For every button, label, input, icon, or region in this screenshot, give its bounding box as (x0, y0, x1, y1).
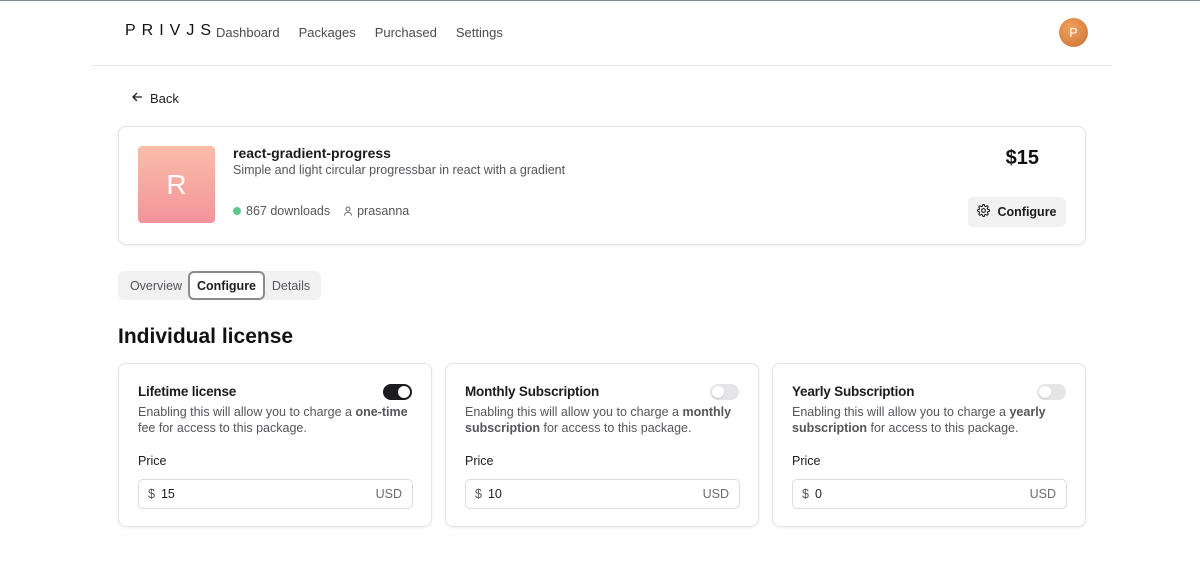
license-title: Lifetime license (138, 384, 237, 399)
currency-code: USD (702, 487, 729, 501)
currency-code: USD (1029, 487, 1056, 501)
nav-packages[interactable]: Packages (299, 25, 356, 40)
price-value[interactable]: 10 (488, 487, 703, 501)
desc-prefix: Enabling this will allow you to charge a (138, 405, 356, 419)
license-card-yearly: Yearly Subscription Enabling this will a… (772, 363, 1086, 527)
license-card-lifetime: Lifetime license Enabling this will allo… (118, 363, 432, 527)
price-label: Price (792, 454, 821, 468)
currency-symbol: $ (148, 487, 155, 501)
avatar[interactable]: P (1059, 18, 1088, 47)
license-description: Enabling this will allow you to charge a… (138, 404, 413, 436)
back-link[interactable]: Back (131, 91, 179, 106)
license-toggle[interactable] (383, 384, 412, 400)
currency-symbol: $ (802, 487, 809, 501)
logo[interactable]: PRIVJS (125, 22, 217, 40)
package-name: react-gradient-progress (233, 145, 391, 161)
package-author[interactable]: prasanna (357, 204, 409, 218)
desc-suffix: for access to this package. (540, 421, 692, 435)
back-label: Back (150, 91, 179, 106)
nav-purchased[interactable]: Purchased (375, 25, 437, 40)
gear-icon (977, 204, 991, 220)
price-input[interactable]: $ 0 USD (792, 479, 1067, 509)
section-title: Individual license (118, 325, 294, 348)
toggle-knob (1039, 386, 1051, 398)
desc-prefix: Enabling this will allow you to charge a (465, 405, 683, 419)
status-dot-icon (233, 207, 241, 215)
license-title: Yearly Subscription (792, 384, 915, 399)
license-card-monthly: Monthly Subscription Enabling this will … (445, 363, 759, 527)
tab-configure[interactable]: Configure (188, 271, 265, 300)
license-toggle[interactable] (1037, 384, 1066, 400)
price-value[interactable]: 15 (161, 487, 376, 501)
desc-suffix: for access to this package. (867, 421, 1019, 435)
toggle-knob (398, 386, 410, 398)
price-label: Price (465, 454, 494, 468)
nav-settings[interactable]: Settings (456, 25, 503, 40)
tab-overview[interactable]: Overview (123, 271, 189, 300)
desc-prefix: Enabling this will allow you to charge a (792, 405, 1010, 419)
configure-button[interactable]: Configure (968, 197, 1066, 227)
license-description: Enabling this will allow you to charge a… (465, 404, 740, 436)
tab-details[interactable]: Details (265, 271, 317, 300)
user-icon (343, 206, 353, 216)
currency-symbol: $ (475, 487, 482, 501)
price-value[interactable]: 0 (815, 487, 1030, 501)
price-input[interactable]: $ 10 USD (465, 479, 740, 509)
currency-code: USD (375, 487, 402, 501)
main-nav: Dashboard Packages Purchased Settings (216, 25, 522, 40)
package-price: $15 (1005, 147, 1039, 169)
top-navbar: PRIVJS Dashboard Packages Purchased Sett… (92, 0, 1112, 66)
package-thumbnail: R (138, 146, 215, 223)
price-label: Price (138, 454, 167, 468)
license-description: Enabling this will allow you to charge a… (792, 404, 1067, 436)
toggle-knob (712, 386, 724, 398)
package-description: Simple and light circular progressbar in… (233, 163, 566, 177)
package-card: R react-gradient-progress Simple and lig… (118, 126, 1086, 245)
download-count: 867 downloads (246, 204, 331, 218)
price-input[interactable]: $ 15 USD (138, 479, 413, 509)
package-meta: 867 downloads prasanna (233, 204, 409, 218)
package-tabs: Overview Configure Details (118, 271, 321, 300)
license-title: Monthly Subscription (465, 384, 599, 399)
desc-suffix: fee for access to this package. (138, 421, 307, 435)
desc-bold: one-time (355, 405, 408, 419)
arrow-left-icon (131, 91, 143, 106)
license-toggle[interactable] (710, 384, 739, 400)
configure-button-label: Configure (997, 205, 1057, 219)
nav-dashboard[interactable]: Dashboard (216, 25, 280, 40)
